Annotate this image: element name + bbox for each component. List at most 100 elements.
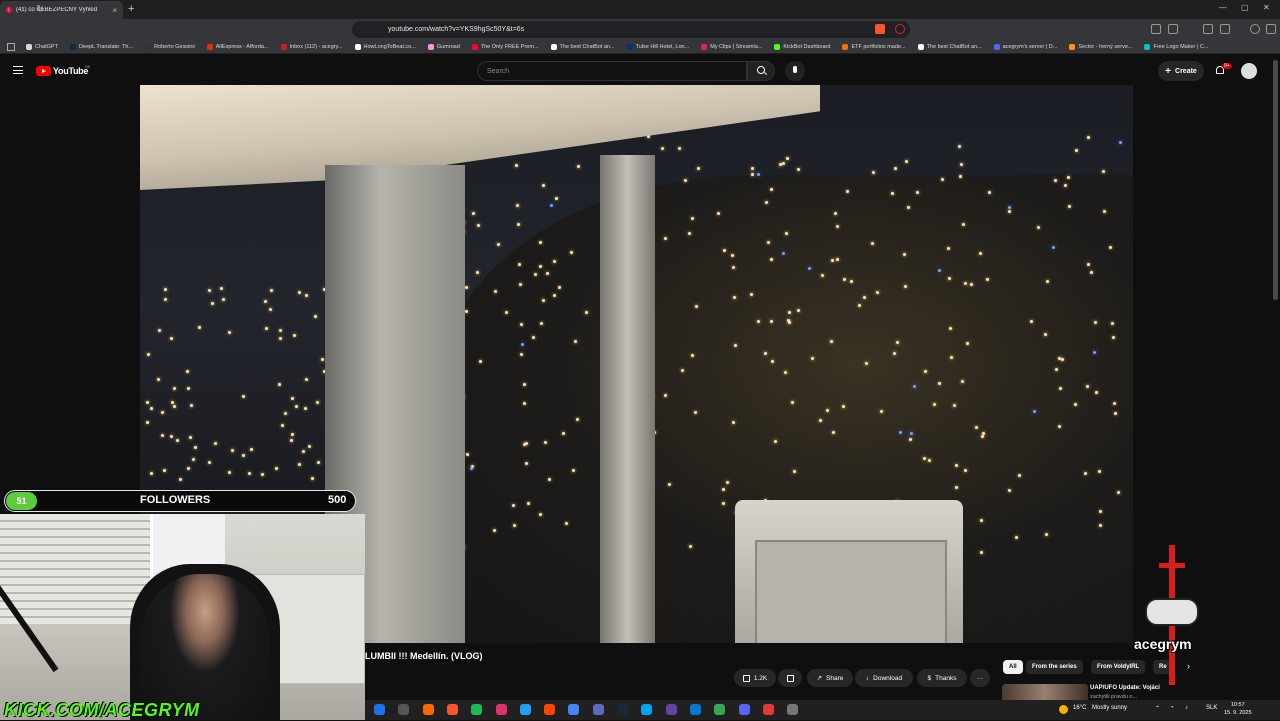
menu-icon[interactable] — [1266, 24, 1276, 34]
bookmark-item[interactable]: acegrym's server | D... — [993, 43, 1057, 50]
bookmark-item[interactable]: Tulse Hill Hotel, Lon... — [626, 43, 690, 50]
kick-channel-url: KICK.COM/ACEGRYM — [4, 700, 200, 720]
like-button[interactable]: 1.2K — [734, 669, 776, 687]
maximize-button[interactable]: ▢ — [1241, 3, 1249, 12]
taskbar-app-icon[interactable] — [714, 704, 726, 715]
volume-icon[interactable]: ♪ — [1185, 705, 1188, 711]
bookmark-favicon-icon — [471, 43, 478, 50]
browser-tab-youtube[interactable]: (41) co NEBEZPEČNÝ Výhled × — [0, 1, 123, 19]
address-bar[interactable]: youtube.com/watch?v=YKS9hgSc50Y&t=6s — [352, 21, 910, 38]
chip-from-channel[interactable]: From VoldyIRL — [1091, 660, 1146, 674]
taskbar-app-icon[interactable] — [544, 704, 556, 715]
weather-description[interactable]: Mostly sunny — [1092, 705, 1127, 711]
bookmark-label: Inbox (112) - acegry... — [289, 43, 343, 50]
weather-temp[interactable]: 16°C — [1073, 705, 1086, 711]
youtube-wordmark[interactable]: YouTube — [53, 66, 88, 76]
bookmark-label: ETF portfolios made... — [851, 43, 906, 50]
weather-sun-icon[interactable] — [1059, 705, 1068, 714]
taskbar-app-icon[interactable] — [398, 704, 410, 715]
minimize-button[interactable]: — — [1219, 3, 1227, 12]
chips-next-icon[interactable]: › — [1187, 661, 1190, 671]
bookmark-label: Tulse Hill Hotel, Lon... — [635, 43, 690, 50]
extension-icon[interactable] — [1151, 24, 1161, 34]
dislike-button[interactable] — [778, 669, 802, 687]
next-video-title[interactable]: UAP/UFO Update: Vojáci — [1090, 685, 1160, 691]
bookmark-item[interactable]: ETF portfolios made... — [842, 43, 906, 50]
new-tab-button[interactable]: + — [128, 3, 134, 15]
brave-shields-icon[interactable] — [875, 24, 885, 34]
taskbar-app-icon[interactable] — [738, 704, 750, 715]
clock-time: 10:57 — [1230, 702, 1245, 708]
bookmark-favicon-icon — [206, 43, 213, 50]
bookmark-item[interactable]: My Clips | Streamla... — [701, 43, 762, 50]
followers-current: 51 — [6, 492, 37, 510]
system-clock[interactable]: 10:57 15. 9. 2025 — [1224, 701, 1252, 717]
more-actions-button[interactable]: ··· — [970, 669, 990, 687]
bookmark-label: The best ChatBot an... — [926, 43, 982, 50]
wifi-icon[interactable]: ◔ — [1170, 705, 1174, 711]
apps-grid-icon[interactable] — [7, 43, 15, 51]
sidebar-icon[interactable] — [1203, 24, 1213, 34]
thanks-button[interactable]: $ Thanks — [917, 669, 967, 687]
bookmark-item[interactable]: ChatGPT — [26, 43, 58, 50]
bookmark-item[interactable]: Free Logo Maker | C... — [1144, 43, 1209, 50]
taskbar-app-icon[interactable] — [374, 704, 385, 715]
taskbar-app-icon[interactable] — [641, 704, 653, 715]
bookmark-item[interactable]: Roberto Geissini — [145, 43, 195, 50]
taskbar-app-icon[interactable] — [689, 704, 701, 715]
reload-icon[interactable]: ↻ — [36, 4, 44, 15]
taskbar-app-icon[interactable] — [422, 704, 434, 715]
bookmark-item[interactable]: The best ChatBot an... — [550, 43, 615, 50]
bookmark-favicon-icon — [917, 43, 924, 50]
taskbar-app-icon[interactable] — [592, 704, 604, 715]
bookmark-item[interactable]: The best ChatBot an... — [917, 43, 982, 50]
taskbar-app-icon[interactable] — [446, 704, 458, 715]
brave-rewards-icon[interactable] — [895, 24, 905, 34]
bookmark-item[interactable]: DeepL Translate: Th... — [69, 43, 133, 50]
taskbar-app-icon[interactable] — [568, 704, 580, 715]
tab-close-icon[interactable]: × — [112, 6, 117, 15]
forward-icon[interactable]: › — [21, 4, 24, 15]
extension-icon[interactable] — [1168, 24, 1178, 34]
back-icon[interactable]: ‹ — [7, 4, 10, 15]
bookmark-label: Free Logo Maker | C... — [1153, 43, 1209, 50]
taskbar-app-icon[interactable] — [617, 704, 628, 715]
create-label: Create — [1175, 67, 1197, 75]
download-button[interactable]: ↓ Download — [855, 669, 913, 687]
thanks-label: Thanks — [935, 674, 957, 682]
page-scrollbar[interactable] — [1273, 60, 1278, 300]
bookmark-item[interactable]: The Only FREE Prem... — [471, 43, 539, 50]
bookmark-item[interactable]: Gumroad — [427, 43, 460, 50]
close-window-button[interactable]: ✕ — [1263, 3, 1270, 12]
taskbar-app-icon[interactable] — [665, 704, 677, 715]
share-button[interactable]: ↗ Share — [807, 669, 853, 687]
bookmark-favicon-icon — [354, 43, 361, 50]
plus-icon: + — [1165, 65, 1172, 77]
notifications-badge: 9+ — [1222, 63, 1232, 69]
search-input[interactable]: Search — [477, 61, 747, 81]
hamburger-menu-icon[interactable] — [13, 66, 23, 74]
bookmark-item[interactable]: Inbox (112) - acegry... — [280, 43, 343, 50]
vpn-icon[interactable] — [1250, 24, 1260, 34]
account-avatar[interactable] — [1241, 63, 1257, 79]
language-indicator[interactable]: SLK — [1206, 705, 1217, 711]
bookmark-item[interactable]: KickBot Dashboard — [774, 43, 830, 50]
wallet-icon[interactable] — [1220, 24, 1230, 34]
taskbar-app-icon[interactable] — [787, 704, 799, 715]
bookmark-favicon-icon — [145, 43, 152, 50]
bookmark-item[interactable]: Sector - herný serve... — [1069, 43, 1132, 50]
taskbar-app-icon[interactable] — [762, 704, 774, 715]
taskbar-app-icon[interactable] — [471, 704, 483, 715]
chip-all[interactable]: All — [1003, 660, 1023, 674]
network-icon[interactable]: ⌃ — [1155, 705, 1160, 712]
search-icon — [757, 66, 765, 74]
youtube-logo-icon[interactable] — [36, 66, 51, 76]
thumbs-up-icon — [742, 674, 750, 682]
create-button[interactable]: + Create — [1158, 61, 1204, 81]
bookmark-item[interactable]: HowLongToBeat.co... — [354, 43, 416, 50]
chip-from-series[interactable]: From the series — [1026, 660, 1083, 674]
taskbar-app-icon[interactable] — [495, 704, 507, 715]
bookmark-item[interactable]: AliExpress - Afforda... — [206, 43, 269, 50]
download-label: Download — [873, 674, 903, 682]
taskbar-app-icon[interactable] — [519, 704, 531, 715]
